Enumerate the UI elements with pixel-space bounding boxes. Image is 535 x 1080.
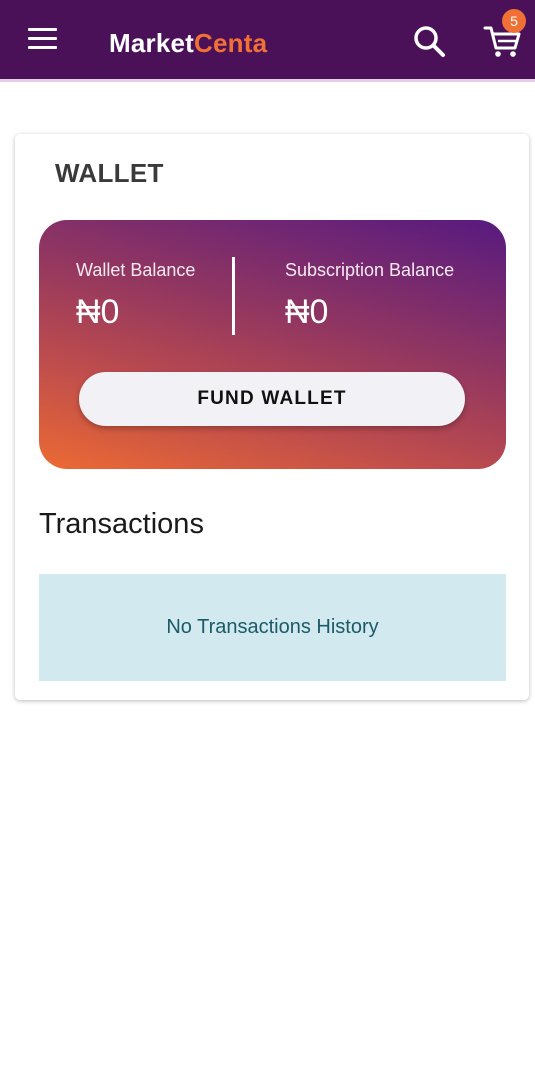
brand-name-part2: Centa	[194, 28, 268, 58]
search-icon[interactable]	[412, 24, 446, 58]
subscription-balance-value: ₦0	[285, 293, 329, 331]
fund-wallet-button[interactable]: FUND WALLET	[79, 372, 465, 426]
wallet-balance-panel: Wallet Balance ₦0 Subscription Balance ₦…	[39, 220, 506, 469]
balance-divider	[232, 257, 235, 335]
wallet-balance-label: Wallet Balance	[76, 260, 196, 280]
hamburger-menu-icon[interactable]	[28, 28, 57, 50]
wallet-balance-value: ₦0	[76, 293, 120, 331]
app-header: MarketCenta 5	[0, 0, 535, 82]
subscription-balance-label: Subscription Balance	[285, 260, 455, 280]
cart-count-badge: 5	[502, 9, 526, 33]
transactions-heading: Transactions	[39, 508, 204, 540]
page-title: WALLET	[55, 158, 164, 188]
brand-name-part1: Market	[109, 28, 195, 58]
brand-logo[interactable]: MarketCenta	[109, 26, 267, 60]
no-transactions-message: No Transactions History	[39, 574, 506, 681]
wallet-card: WALLET Wallet Balance ₦0 Subscription Ba…	[15, 134, 529, 700]
